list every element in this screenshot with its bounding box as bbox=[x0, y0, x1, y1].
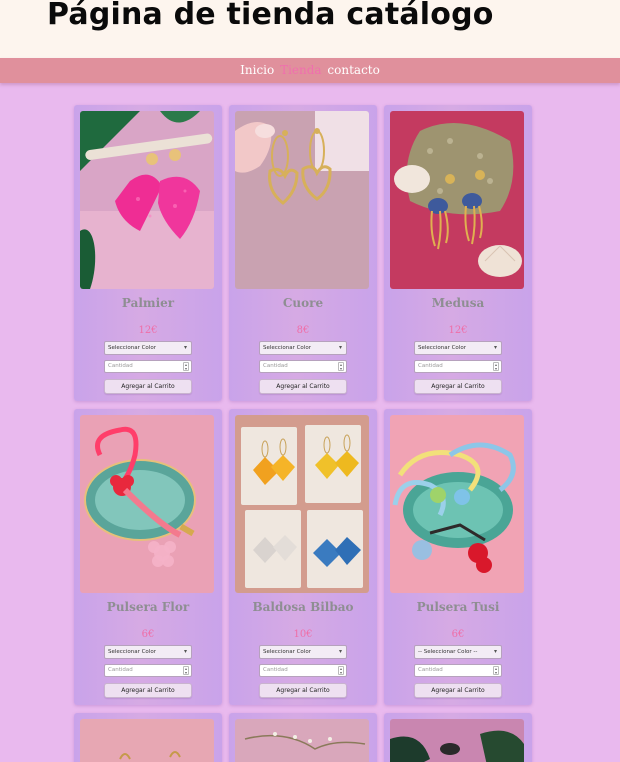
product-price: 12€ bbox=[448, 325, 468, 336]
add-to-cart-button[interactable]: Agregar al Carrito bbox=[104, 683, 192, 698]
product-image-medusa[interactable] bbox=[390, 111, 524, 289]
product-image-pulsera-tusi[interactable] bbox=[390, 415, 524, 593]
color-select[interactable]: Seleccionar Color ▾ bbox=[259, 341, 347, 355]
product-price: 6€ bbox=[451, 629, 465, 640]
product-name: Pulsera Tusi bbox=[416, 600, 500, 614]
product-image-baldosa-bilbao[interactable] bbox=[235, 415, 369, 593]
chevron-down-icon: ▾ bbox=[183, 344, 187, 351]
product-name: Palmier bbox=[121, 296, 175, 310]
product-price: 6€ bbox=[141, 629, 155, 640]
add-to-cart-button[interactable]: Agregar al Carrito bbox=[104, 379, 192, 394]
stepper-icon[interactable]: ▴ ▾ bbox=[493, 362, 499, 371]
quantity-input[interactable]: Cantidad ▴ ▾ bbox=[259, 664, 347, 677]
product-name: Cuore bbox=[282, 296, 324, 310]
product-image[interactable] bbox=[390, 719, 524, 762]
product-image-palmier[interactable] bbox=[80, 111, 214, 289]
product-image[interactable] bbox=[80, 719, 214, 762]
add-to-cart-button[interactable]: Agregar al Carrito bbox=[259, 379, 347, 394]
product-card: Pulsera Flor 6€ Seleccionar Color ▾ Canti… bbox=[74, 409, 222, 705]
product-card: Pulsera Tusi 6€ -- Seleccionar Color -- ▾… bbox=[384, 409, 532, 705]
chevron-down-icon: ▾ bbox=[493, 648, 497, 655]
add-to-cart-button[interactable]: Agregar al Carrito bbox=[259, 683, 347, 698]
quantity-input[interactable]: Cantidad ▴ ▾ bbox=[414, 360, 502, 373]
quantity-input[interactable]: Cantidad ▴ ▾ bbox=[414, 664, 502, 677]
chevron-down-icon: ▾ bbox=[183, 648, 187, 655]
nav-link-contacto[interactable]: contacto bbox=[327, 63, 379, 77]
color-select[interactable]: -- Seleccionar Color -- ▾ bbox=[414, 645, 502, 659]
product-card: Baldosa Bilbao 10€ Seleccionar Color ▾ Ca… bbox=[229, 409, 377, 705]
product-name: Medusa bbox=[431, 296, 485, 310]
nav-link-tienda[interactable]: Tienda bbox=[280, 63, 322, 77]
stepper-icon[interactable]: ▴ ▾ bbox=[338, 666, 344, 675]
product-price: 12€ bbox=[138, 325, 158, 336]
product-card bbox=[229, 713, 377, 762]
product-price: 8€ bbox=[296, 325, 310, 336]
product-name: Baldosa Bilbao bbox=[252, 600, 354, 614]
quantity-input[interactable]: Cantidad ▴ ▾ bbox=[104, 360, 192, 373]
stepper-icon[interactable]: ▴ ▾ bbox=[183, 362, 189, 371]
product-image-pulsera-flor[interactable] bbox=[80, 415, 214, 593]
product-price: 10€ bbox=[293, 629, 313, 640]
stepper-icon[interactable]: ▴ ▾ bbox=[338, 362, 344, 371]
product-card bbox=[384, 713, 532, 762]
product-image-cuore[interactable] bbox=[235, 111, 369, 289]
color-select[interactable]: Seleccionar Color ▾ bbox=[104, 341, 192, 355]
color-select[interactable]: Seleccionar Color ▾ bbox=[259, 645, 347, 659]
chevron-down-icon: ▾ bbox=[338, 648, 342, 655]
color-select[interactable]: Seleccionar Color ▾ bbox=[104, 645, 192, 659]
product-card bbox=[74, 713, 222, 762]
color-select[interactable]: Seleccionar Color ▾ bbox=[414, 341, 502, 355]
quantity-input[interactable]: Cantidad ▴ ▾ bbox=[259, 360, 347, 373]
product-card: Medusa 12€ Seleccionar Color ▾ Cantidad ▴ ▾… bbox=[384, 105, 532, 401]
nav-link-inicio[interactable]: Inicio bbox=[240, 63, 274, 77]
product-image[interactable] bbox=[235, 719, 369, 762]
page-title: Página de tienda catálogo bbox=[47, 0, 494, 32]
page-header: Página de tienda catálogo bbox=[0, 0, 620, 58]
stepper-icon[interactable]: ▴ ▾ bbox=[183, 666, 189, 675]
product-card: Cuore 8€ Seleccionar Color ▾ Cantidad ▴ ▾ A… bbox=[229, 105, 377, 401]
add-to-cart-button[interactable]: Agregar al Carrito bbox=[414, 683, 502, 698]
product-card: Palmier 12€ Seleccionar Color ▾ Cantidad ▴… bbox=[74, 105, 222, 401]
chevron-down-icon: ▾ bbox=[493, 344, 497, 351]
chevron-down-icon: ▾ bbox=[338, 344, 342, 351]
stepper-icon[interactable]: ▴ ▾ bbox=[493, 666, 499, 675]
product-name: Pulsera Flor bbox=[106, 600, 190, 614]
nav-bar: Inicio Tienda contacto bbox=[0, 58, 620, 83]
quantity-input[interactable]: Cantidad ▴ ▾ bbox=[104, 664, 192, 677]
add-to-cart-button[interactable]: Agregar al Carrito bbox=[414, 379, 502, 394]
